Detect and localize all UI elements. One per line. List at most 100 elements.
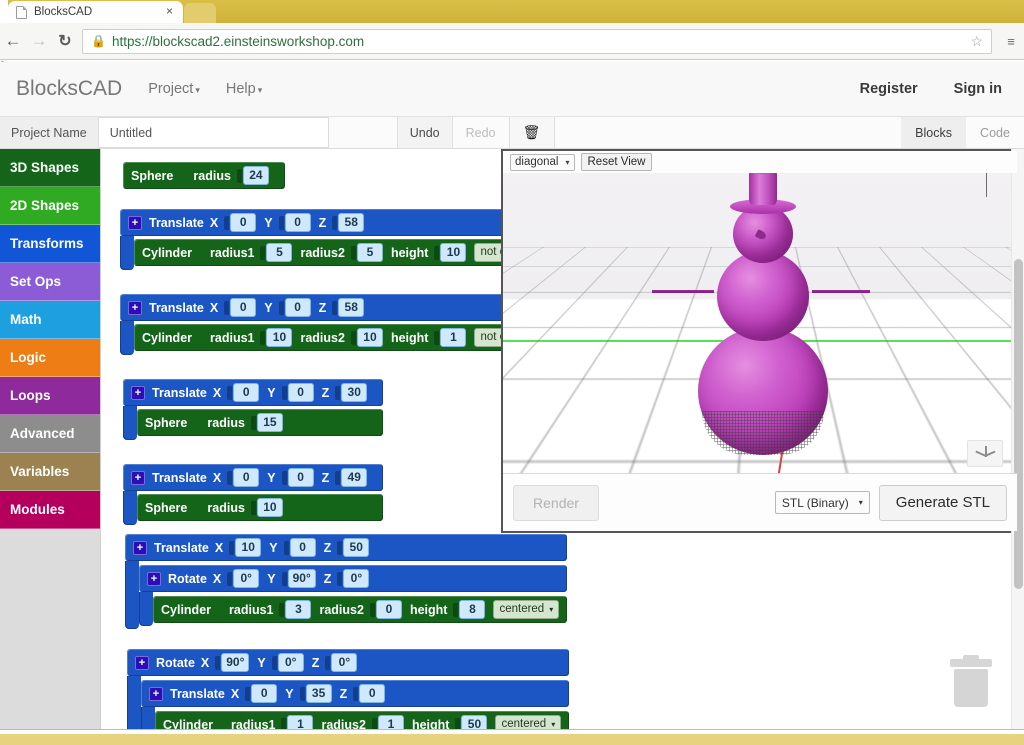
- expand-icon[interactable]: +: [135, 656, 149, 670]
- project-name-input[interactable]: Untitled: [99, 117, 329, 148]
- input-radius2[interactable]: 10: [357, 328, 383, 347]
- tab-code[interactable]: Code: [966, 117, 1024, 148]
- workspace-trash-icon[interactable]: [950, 659, 992, 707]
- input-z[interactable]: 58: [338, 213, 364, 232]
- sidebar-item-loops[interactable]: Loops: [0, 377, 100, 415]
- input-radius2[interactable]: 1: [378, 715, 404, 729]
- signin-link[interactable]: Sign in: [954, 81, 1002, 97]
- sidebar-item-modules[interactable]: Modules: [0, 491, 100, 529]
- render-button[interactable]: Render: [513, 485, 599, 521]
- input-y[interactable]: 0: [288, 383, 314, 402]
- block-row-cylinder[interactable]: Cylinder radius1 10 radius2 10 height 1 …: [134, 324, 519, 351]
- undo-button[interactable]: Undo: [397, 117, 453, 148]
- expand-icon[interactable]: +: [131, 386, 145, 400]
- input-z[interactable]: 58: [338, 298, 364, 317]
- bookmark-star-icon[interactable]: ☆: [970, 33, 983, 50]
- input-radius2[interactable]: 5: [357, 243, 383, 262]
- input-x[interactable]: 0: [230, 298, 256, 317]
- block-translate-sphere-2[interactable]: + Translate X 0 Y 0 Z 49 Sphere radius 1…: [123, 464, 383, 521]
- sidebar-item-transforms[interactable]: Transforms: [0, 225, 100, 263]
- scrollbar-thumb[interactable]: [1014, 259, 1023, 589]
- block-row-cylinder[interactable]: Cylinder radius1 1 radius2 1 height 50 c…: [155, 711, 569, 729]
- input-z[interactable]: 30: [341, 383, 367, 402]
- input-radius[interactable]: 10: [257, 498, 283, 517]
- 3d-viewer-panel[interactable]: diagonal ▾ Reset View Render STL (Bin: [501, 149, 1019, 533]
- input-radius1[interactable]: 10: [266, 328, 292, 347]
- input-y[interactable]: 0: [288, 468, 314, 487]
- block-row-cylinder[interactable]: Cylinder radius1 3 radius2 0 height 8 ce…: [153, 596, 567, 623]
- input-rot-z[interactable]: 0°: [343, 569, 369, 588]
- input-radius1[interactable]: 3: [285, 600, 311, 619]
- block-sphere-1[interactable]: Sphere radius 24: [123, 162, 285, 189]
- trash-icon[interactable]: 🗑: [509, 117, 555, 148]
- input-rot-y[interactable]: 90°: [288, 569, 316, 588]
- browser-menu-icon[interactable]: ≡: [1002, 34, 1020, 49]
- sidebar-item-variables[interactable]: Variables: [0, 453, 100, 491]
- input-rot-y[interactable]: 0°: [278, 653, 304, 672]
- sidebar-item-math[interactable]: Math: [0, 301, 100, 339]
- input-x[interactable]: 0: [233, 383, 259, 402]
- block-rotate-translate-cylinder[interactable]: + Rotate X 90° Y 0° Z 0° + Translate X 0…: [127, 649, 569, 729]
- view-angle-select[interactable]: diagonal ▾: [510, 154, 575, 171]
- sidebar-item-advanced[interactable]: Advanced: [0, 415, 100, 453]
- input-z[interactable]: 50: [343, 538, 369, 557]
- block-row-rotate[interactable]: + Rotate X 90° Y 0° Z 0°: [127, 649, 569, 676]
- input-y[interactable]: 0: [290, 538, 316, 557]
- input-z[interactable]: 49: [341, 468, 367, 487]
- sidebar-item-3d-shapes[interactable]: 3D Shapes: [0, 149, 100, 187]
- tab-blocks[interactable]: Blocks: [901, 117, 966, 148]
- input-height[interactable]: 50: [461, 715, 487, 729]
- input-rot-x[interactable]: 90°: [221, 653, 249, 672]
- input-height[interactable]: 1: [440, 328, 466, 347]
- input-x[interactable]: 10: [235, 538, 261, 557]
- block-translate-rotate-cylinder[interactable]: + Translate X 10 Y 0 Z 50 + Rotate X 0° …: [125, 534, 567, 623]
- input-y[interactable]: 0: [285, 213, 311, 232]
- page-scrollbar[interactable]: [1011, 149, 1024, 729]
- block-translate-cylinder-1[interactable]: + Translate X 0 Y 0 Z 58 Cylinder radius…: [120, 209, 526, 266]
- stl-format-select[interactable]: STL (Binary) ▾: [775, 491, 870, 514]
- block-row-sphere[interactable]: Sphere radius 10: [137, 494, 383, 521]
- back-icon[interactable]: ←: [0, 31, 26, 51]
- block-row[interactable]: Sphere radius 24: [123, 162, 285, 189]
- input-x[interactable]: 0: [233, 468, 259, 487]
- input-x[interactable]: 0: [230, 213, 256, 232]
- reload-icon[interactable]: ↻: [52, 31, 78, 51]
- block-row-sphere[interactable]: Sphere radius 15: [137, 409, 383, 436]
- forward-icon[interactable]: →: [26, 31, 52, 51]
- block-translate-cylinder-2[interactable]: + Translate X 0 Y 0 Z 58 Cylinder radius…: [120, 294, 519, 351]
- input-radius1[interactable]: 1: [287, 715, 313, 729]
- input-y[interactable]: 0: [285, 298, 311, 317]
- 3d-scene[interactable]: [503, 173, 1017, 473]
- block-row-translate[interactable]: + Translate X 0 Y 35 Z 0: [141, 680, 569, 707]
- register-link[interactable]: Register: [860, 81, 918, 97]
- browser-tab[interactable]: BlocksCAD ×: [8, 1, 183, 23]
- expand-icon[interactable]: +: [147, 572, 161, 586]
- input-z[interactable]: 0: [359, 684, 385, 703]
- dropdown-centered[interactable]: centered ▾: [495, 715, 561, 729]
- menu-project[interactable]: Project▾: [148, 81, 200, 97]
- axis-orientation-icon[interactable]: [967, 440, 1003, 467]
- block-row-translate[interactable]: + Translate X 0 Y 0 Z 58: [120, 294, 519, 321]
- input-height[interactable]: 8: [459, 600, 485, 619]
- block-row-cylinder[interactable]: Cylinder radius1 5 radius2 5 height 10 n…: [134, 239, 526, 266]
- dropdown-centered[interactable]: centered ▾: [493, 600, 559, 619]
- menu-help[interactable]: Help▾: [226, 81, 262, 97]
- input-radius[interactable]: 15: [257, 413, 283, 432]
- input-height[interactable]: 10: [440, 243, 466, 262]
- block-row-translate[interactable]: + Translate X 0 Y 0 Z 58: [120, 209, 526, 236]
- expand-icon[interactable]: +: [128, 301, 142, 315]
- input-rot-x[interactable]: 0°: [233, 569, 259, 588]
- input-x[interactable]: 0: [251, 684, 277, 703]
- sidebar-item-set-ops[interactable]: Set Ops: [0, 263, 100, 301]
- generate-stl-button[interactable]: Generate STL: [879, 485, 1007, 521]
- input-radius2[interactable]: 0: [376, 600, 402, 619]
- close-icon[interactable]: ×: [166, 5, 173, 17]
- block-row-translate[interactable]: + Translate X 0 Y 0 Z 49: [123, 464, 383, 491]
- new-tab-button[interactable]: [184, 3, 216, 23]
- expand-icon[interactable]: +: [149, 687, 163, 701]
- block-row-translate[interactable]: + Translate X 0 Y 0 Z 30: [123, 379, 383, 406]
- input-rot-z[interactable]: 0°: [331, 653, 357, 672]
- snowman-model[interactable]: [688, 173, 838, 473]
- input-radius[interactable]: 24: [243, 166, 269, 185]
- block-row-translate[interactable]: + Translate X 10 Y 0 Z 50: [125, 534, 567, 561]
